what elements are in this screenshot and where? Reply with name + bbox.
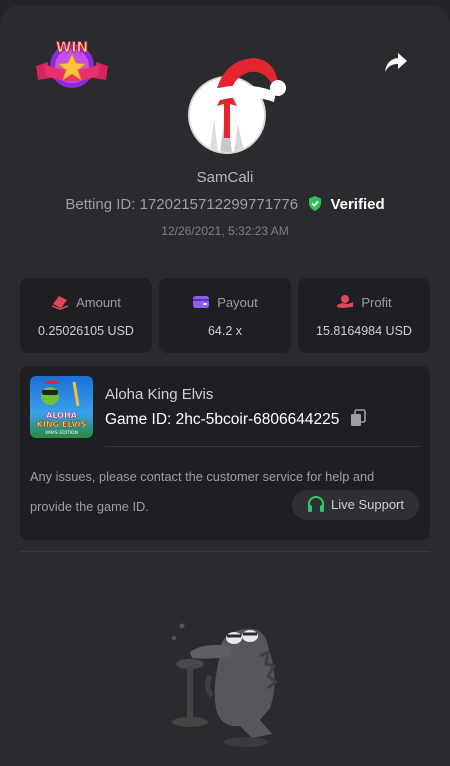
- coins-icon: [51, 296, 69, 310]
- betting-id-label: Betting ID:: [65, 196, 136, 213]
- money-hand-icon: [337, 295, 354, 308]
- stat-profit-label: Profit: [361, 295, 392, 310]
- verified-label: Verified: [330, 196, 385, 213]
- live-support-button[interactable]: Live Support: [292, 490, 419, 520]
- stat-payout-value: 64.2 x: [207, 324, 243, 338]
- headset-icon: [308, 496, 324, 512]
- wallet-icon: [193, 296, 210, 308]
- game-thumbnail[interactable]: ALOHA KING ELVIS XMAS EDITION: [30, 376, 93, 438]
- verified-shield-icon: [308, 196, 322, 215]
- betting-id-value: 1720215712299771776: [139, 196, 299, 213]
- stat-amount-label: Amount: [76, 295, 121, 310]
- live-support-label: Live Support: [331, 497, 404, 512]
- copy-icon[interactable]: [350, 409, 366, 432]
- game-id-value: 2hc-5bcoir-6806644225: [175, 411, 340, 428]
- game-divider: [105, 446, 420, 447]
- santa-hat-icon: [206, 52, 290, 108]
- stat-card-amount: Amount 0.25026105 USD: [20, 278, 152, 353]
- stat-payout-header: Payout: [159, 294, 291, 310]
- section-divider: [20, 551, 430, 552]
- share-icon[interactable]: [384, 52, 410, 78]
- avatar: [186, 54, 290, 158]
- thumb-subtitle: XMAS EDITION: [45, 430, 78, 436]
- username: SamCali: [196, 169, 254, 186]
- game-id-row: Game ID: 2hc-5bcoir-6806644225: [105, 409, 366, 432]
- bet-detail-panel: WIN SamCali Betting ID: 1720215712299771…: [0, 6, 450, 766]
- game-name: Aloha King Elvis: [105, 386, 214, 403]
- stat-amount-header: Amount: [20, 294, 152, 310]
- crocodile-mascot-illustration: [160, 616, 290, 756]
- betting-id-row: Betting ID: 1720215712299771776 Verified: [0, 196, 450, 215]
- thumb-title-2: KING ELVIS: [37, 420, 87, 429]
- stat-profit-value: 15.8164984 USD: [316, 324, 412, 338]
- thumb-title-1: ALOHA: [46, 411, 78, 420]
- win-badge-text: WIN: [56, 40, 88, 56]
- stat-payout-label: Payout: [217, 295, 258, 310]
- stat-card-payout: Payout 64.2 x: [159, 278, 291, 353]
- bet-timestamp: 12/26/2021, 5:32:23 AM: [161, 224, 289, 238]
- game-card: ALOHA KING ELVIS XMAS EDITION Aloha King…: [20, 366, 430, 540]
- stat-amount-value: 0.25026105 USD: [38, 324, 134, 338]
- stat-profit-header: Profit: [298, 294, 430, 310]
- game-id-label: Game ID:: [105, 411, 172, 428]
- stat-card-profit: Profit 15.8164984 USD: [298, 278, 430, 353]
- win-badge: WIN: [34, 36, 110, 92]
